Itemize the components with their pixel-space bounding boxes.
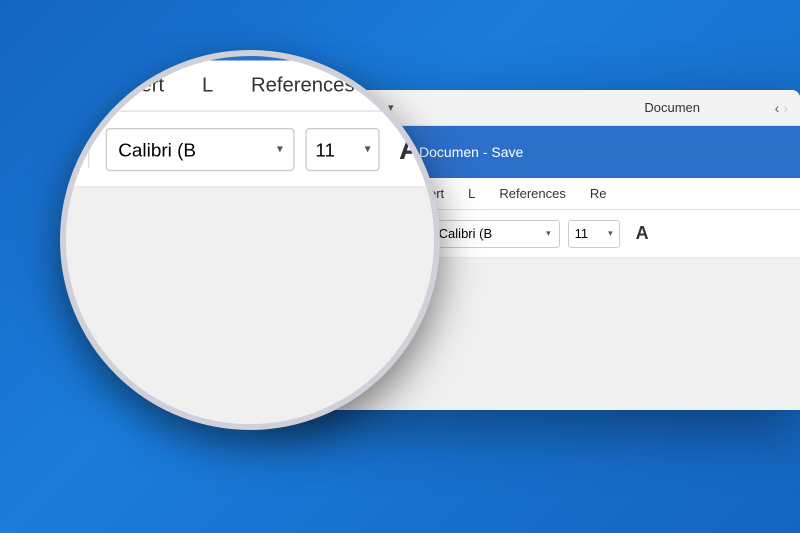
brush-icon: 🖌 (382, 226, 399, 242)
toolbar: ↺ ▾ 📋 ▾ 🖌 Calibri (B ▾ 11 ▾ A (280, 210, 800, 258)
ribbon-title-bar: Word Documen - Save (280, 126, 800, 178)
menu-home[interactable]: Home (341, 178, 400, 209)
dot (296, 157, 302, 163)
menu-review[interactable]: Re (578, 178, 619, 209)
font-size-selector[interactable]: 11 ▾ (568, 220, 620, 248)
word-window: ⊞ ▾ ‹ › Documen Word Documen - Save (280, 90, 800, 410)
toolbar-divider (417, 222, 418, 246)
minimize-button[interactable] (310, 102, 322, 114)
dot (312, 157, 318, 163)
dot (312, 141, 318, 147)
dot (296, 141, 302, 147)
grid-icon[interactable]: ⊞ (360, 98, 380, 118)
dot (304, 157, 310, 163)
forward-icon[interactable]: › (783, 100, 788, 116)
maximize-button[interactable] (328, 102, 340, 114)
undo-chevron: ▾ (315, 228, 320, 239)
menu-file[interactable]: File (296, 178, 341, 209)
menu-layout[interactable]: L (456, 178, 487, 209)
dot (296, 149, 302, 155)
word-logo: Word (296, 136, 395, 168)
tab-doc-label: Documen (644, 100, 700, 115)
dot (304, 149, 310, 155)
app-name-label: Word (326, 136, 395, 168)
font-dropdown-icon: ▾ (546, 228, 551, 239)
menu-bar: File Home Insert L References Re (280, 178, 800, 210)
waffle-icon[interactable] (296, 141, 318, 163)
document-area (280, 258, 800, 410)
document-title-label: Documen - Save (419, 144, 523, 160)
undo-icon: ↺ (302, 226, 313, 242)
dot (312, 149, 318, 155)
font-name-value: Calibri (B (439, 226, 492, 241)
clipboard-button[interactable]: 📋 ▾ (333, 222, 368, 246)
window-controls (292, 102, 340, 114)
clipboard-icon: 📋 (339, 226, 355, 242)
nav-controls: ‹ › (775, 100, 788, 116)
back-icon[interactable]: ‹ (775, 100, 780, 116)
font-name-selector[interactable]: Calibri (B ▾ (430, 220, 560, 248)
font-a-large[interactable]: A (636, 223, 649, 244)
format-painter-button[interactable]: 🖌 (376, 222, 405, 246)
title-bar: ⊞ ▾ ‹ › Documen (280, 90, 800, 126)
font-size-value: 11 (575, 226, 589, 241)
menu-references[interactable]: References (487, 178, 577, 209)
close-button[interactable] (292, 102, 304, 114)
menu-insert[interactable]: Insert (400, 178, 457, 209)
dot (304, 141, 310, 147)
font-size-dropdown-icon: ▾ (608, 228, 613, 239)
undo-button[interactable]: ↺ ▾ (296, 222, 325, 246)
clipboard-chevron: ▾ (358, 228, 363, 239)
